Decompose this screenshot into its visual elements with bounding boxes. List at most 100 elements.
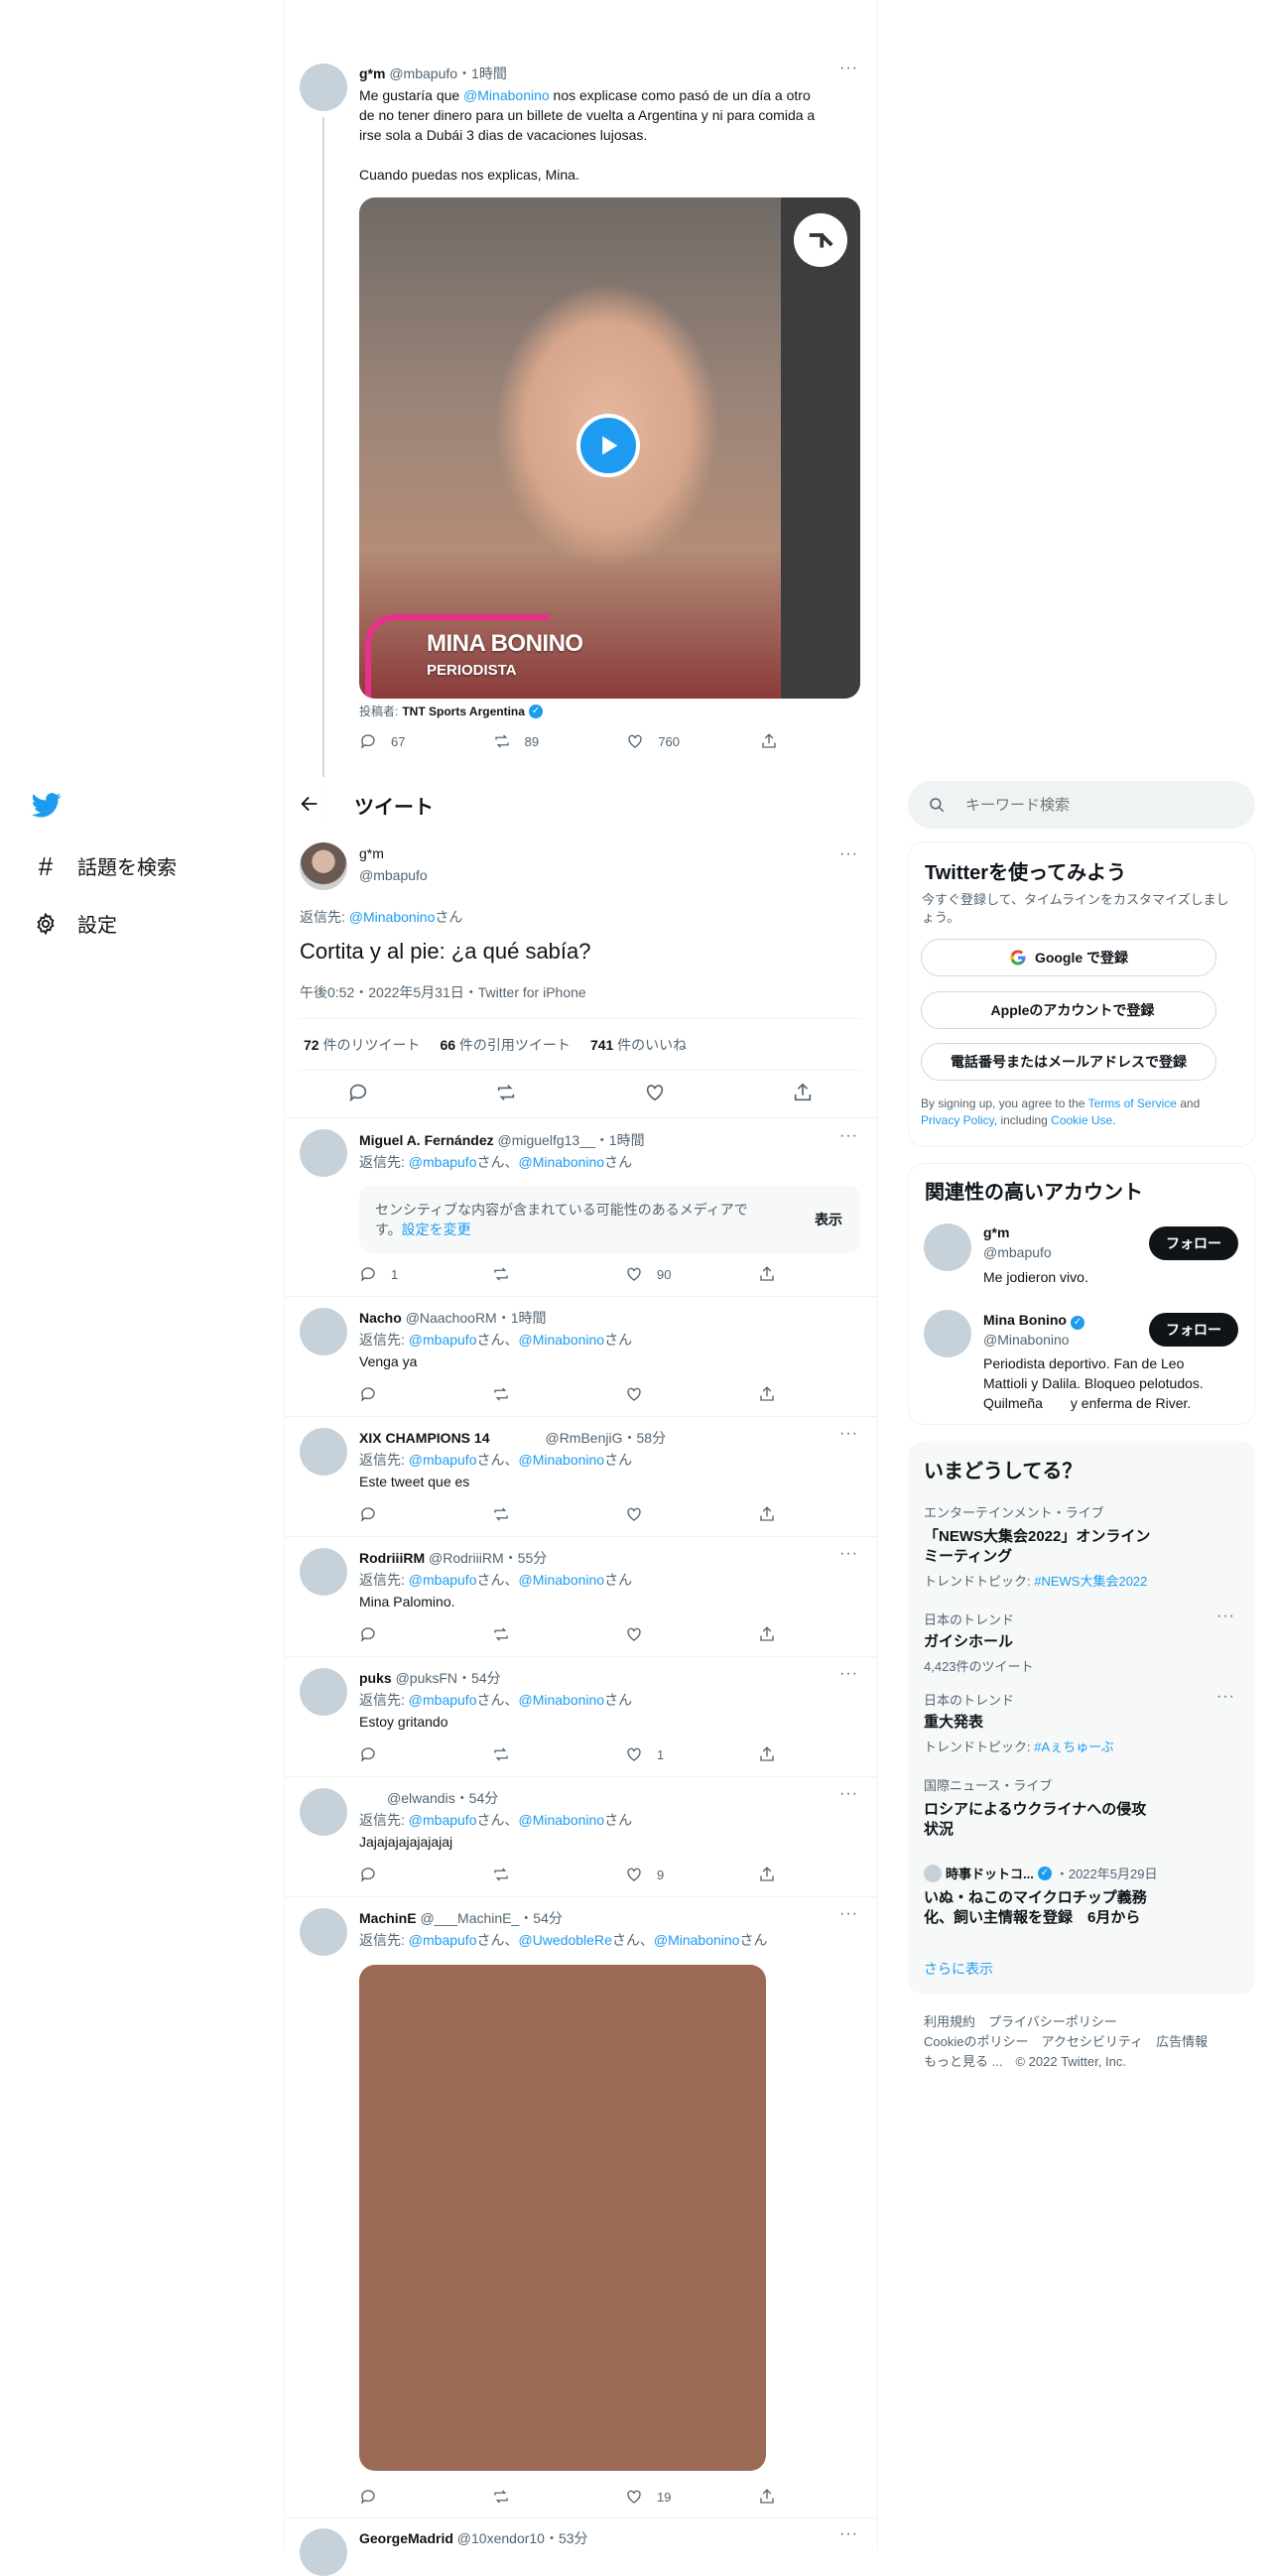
share-button[interactable] bbox=[758, 1866, 776, 1883]
like-button[interactable]: 760 bbox=[626, 732, 686, 750]
main-author-name[interactable]: g*m bbox=[359, 845, 384, 861]
heart-icon[interactable] bbox=[644, 1082, 666, 1103]
avatar[interactable] bbox=[300, 2528, 347, 2576]
share-button[interactable] bbox=[758, 1265, 776, 1283]
author-name[interactable]: g*m bbox=[359, 65, 385, 81]
phone-signup-button[interactable]: 電話番号またはメールアドレスで登録 bbox=[921, 1043, 1216, 1081]
like-button[interactable]: 19 bbox=[625, 2488, 685, 2506]
footer-more-link[interactable]: もっと見る ... bbox=[924, 2054, 1002, 2069]
retweet-button[interactable] bbox=[492, 1385, 552, 1403]
share-button[interactable] bbox=[760, 732, 778, 750]
trend-item[interactable]: 日本のトレンド 重大発表 トレンドトピック: #Aぇちゅーぶ bbox=[924, 1690, 1221, 1755]
related-account[interactable]: g*m @mbapufo bbox=[983, 1223, 1052, 1262]
more-options-icon[interactable]: ··· bbox=[839, 1425, 858, 1443]
like-button[interactable] bbox=[625, 1625, 685, 1643]
more-options-icon[interactable]: ··· bbox=[839, 845, 858, 863]
like-button[interactable]: 90 bbox=[625, 1265, 685, 1283]
avatar[interactable] bbox=[300, 1428, 347, 1476]
more-options-icon[interactable]: ··· bbox=[839, 1127, 858, 1145]
video-player[interactable]: MINA BONINO PERIODISTA bbox=[359, 197, 860, 699]
footer-link[interactable]: Cookieのポリシー bbox=[924, 2034, 1028, 2049]
google-signup-button[interactable]: Google で登録 bbox=[921, 939, 1216, 976]
main-author-handle[interactable]: @mbapufo bbox=[359, 867, 428, 883]
reply-button[interactable]: 1 bbox=[359, 1265, 419, 1283]
more-options-icon[interactable]: ··· bbox=[839, 1665, 858, 1683]
change-settings-link[interactable]: 設定を変更 bbox=[402, 1222, 471, 1237]
share-button[interactable] bbox=[758, 1385, 776, 1403]
apple-signup-button[interactable]: Appleのアカウントで登録 bbox=[921, 991, 1216, 1029]
more-options-icon[interactable]: ··· bbox=[1216, 1688, 1235, 1706]
follow-button[interactable]: フォロー bbox=[1149, 1313, 1238, 1347]
like-button[interactable] bbox=[625, 1385, 685, 1403]
main-tweet-meta[interactable]: 午後0:52・2022年5月31日・Twitter for iPhone bbox=[300, 982, 586, 1002]
reply-button[interactable]: 67 bbox=[359, 732, 419, 750]
nav-settings[interactable]: 設定 bbox=[34, 909, 117, 938]
retweet-button[interactable] bbox=[492, 2488, 552, 2506]
nav-explore[interactable]: # 話題を検索 bbox=[34, 851, 177, 880]
like-button[interactable]: 1 bbox=[625, 1745, 685, 1763]
more-options-icon[interactable]: ··· bbox=[839, 1785, 858, 1803]
follow-button[interactable]: フォロー bbox=[1149, 1226, 1238, 1260]
reply-button[interactable] bbox=[359, 1505, 419, 1523]
more-options-icon[interactable]: ··· bbox=[839, 60, 858, 77]
retweet-button[interactable] bbox=[492, 1745, 552, 1763]
play-icon[interactable] bbox=[576, 414, 640, 477]
retweet-stat[interactable]: 72 件のリツイート bbox=[304, 1035, 420, 1055]
share-icon[interactable] bbox=[792, 1082, 814, 1103]
cookie-link[interactable]: Cookie Use bbox=[1051, 1113, 1112, 1127]
mention-link[interactable]: @Minabonino bbox=[349, 909, 436, 925]
reply-icon[interactable] bbox=[347, 1082, 369, 1103]
avatar[interactable] bbox=[924, 1224, 971, 1271]
footer-link[interactable]: 広告情報 bbox=[1156, 2034, 1208, 2049]
like-button[interactable]: 9 bbox=[625, 1866, 685, 1883]
share-button[interactable] bbox=[758, 1625, 776, 1643]
avatar[interactable] bbox=[300, 1788, 347, 1836]
share-button[interactable] bbox=[758, 2488, 776, 2506]
retweet-button[interactable] bbox=[492, 1265, 552, 1283]
avatar[interactable] bbox=[300, 64, 347, 111]
footer-link[interactable]: アクセシビリティ bbox=[1041, 2034, 1143, 2049]
trend-item[interactable]: 国際ニュース・ライブ ロシアによるウクライナへの侵攻 状況 bbox=[924, 1775, 1221, 1840]
reply-button[interactable] bbox=[359, 1745, 419, 1763]
retweet-button[interactable] bbox=[492, 1505, 552, 1523]
back-arrow-icon[interactable] bbox=[299, 793, 322, 817]
avatar[interactable] bbox=[924, 1310, 971, 1357]
search-box[interactable] bbox=[908, 781, 1255, 829]
posted-by-link[interactable]: TNT Sports Argentina bbox=[402, 705, 525, 718]
footer-link[interactable]: 利用規約 bbox=[924, 2014, 975, 2029]
news-item[interactable]: 時事ドットコ... ✓ ・2022年5月29日 いぬ・ねこのマイクロチップ義務化… bbox=[924, 1864, 1241, 1928]
avatar[interactable] bbox=[300, 1908, 347, 1956]
show-more-link[interactable]: さらに表示 bbox=[924, 1959, 993, 1979]
mention-link[interactable]: @Minabonino bbox=[463, 87, 550, 103]
trend-item[interactable]: エンターテインメント・ライブ 「NEWS大集会2022」オンライン ミーティング … bbox=[924, 1502, 1221, 1590]
privacy-link[interactable]: Privacy Policy bbox=[921, 1113, 994, 1127]
footer-link[interactable]: プライバシーポリシー bbox=[988, 2014, 1117, 2029]
terms-link[interactable]: Terms of Service bbox=[1088, 1096, 1177, 1110]
reply-button[interactable] bbox=[359, 1625, 419, 1643]
reply-media-image[interactable] bbox=[359, 1965, 766, 2471]
more-options-icon[interactable]: ··· bbox=[839, 2525, 858, 2543]
show-media-button[interactable]: 表示 bbox=[815, 1210, 842, 1229]
avatar[interactable] bbox=[300, 1308, 347, 1355]
retweet-button[interactable] bbox=[492, 1866, 552, 1883]
avatar[interactable] bbox=[300, 1548, 347, 1596]
share-button[interactable] bbox=[758, 1745, 776, 1763]
more-options-icon[interactable]: ··· bbox=[1216, 1608, 1235, 1625]
like-stat[interactable]: 741 件のいいね bbox=[590, 1035, 687, 1055]
retweet-button[interactable]: 89 bbox=[493, 732, 553, 750]
quote-stat[interactable]: 66 件の引用ツイート bbox=[440, 1035, 570, 1055]
avatar[interactable] bbox=[300, 1129, 347, 1177]
reply-button[interactable] bbox=[359, 2488, 419, 2506]
like-button[interactable] bbox=[625, 1505, 685, 1523]
retweet-button[interactable] bbox=[492, 1625, 552, 1643]
trend-item[interactable]: 日本のトレンド ガイシホール 4,423件のツイート bbox=[924, 1610, 1221, 1675]
retweet-icon[interactable] bbox=[495, 1082, 517, 1103]
related-account[interactable]: Mina Bonino ✓ @Minabonino bbox=[983, 1310, 1084, 1350]
tweet-time[interactable]: 1時間 bbox=[471, 65, 507, 81]
more-options-icon[interactable]: ··· bbox=[839, 1545, 858, 1563]
twitter-logo-icon[interactable] bbox=[31, 790, 62, 820]
avatar[interactable] bbox=[300, 1668, 347, 1716]
avatar[interactable] bbox=[300, 842, 347, 890]
author-handle[interactable]: @mbapufo bbox=[389, 65, 457, 81]
share-button[interactable] bbox=[758, 1505, 776, 1523]
